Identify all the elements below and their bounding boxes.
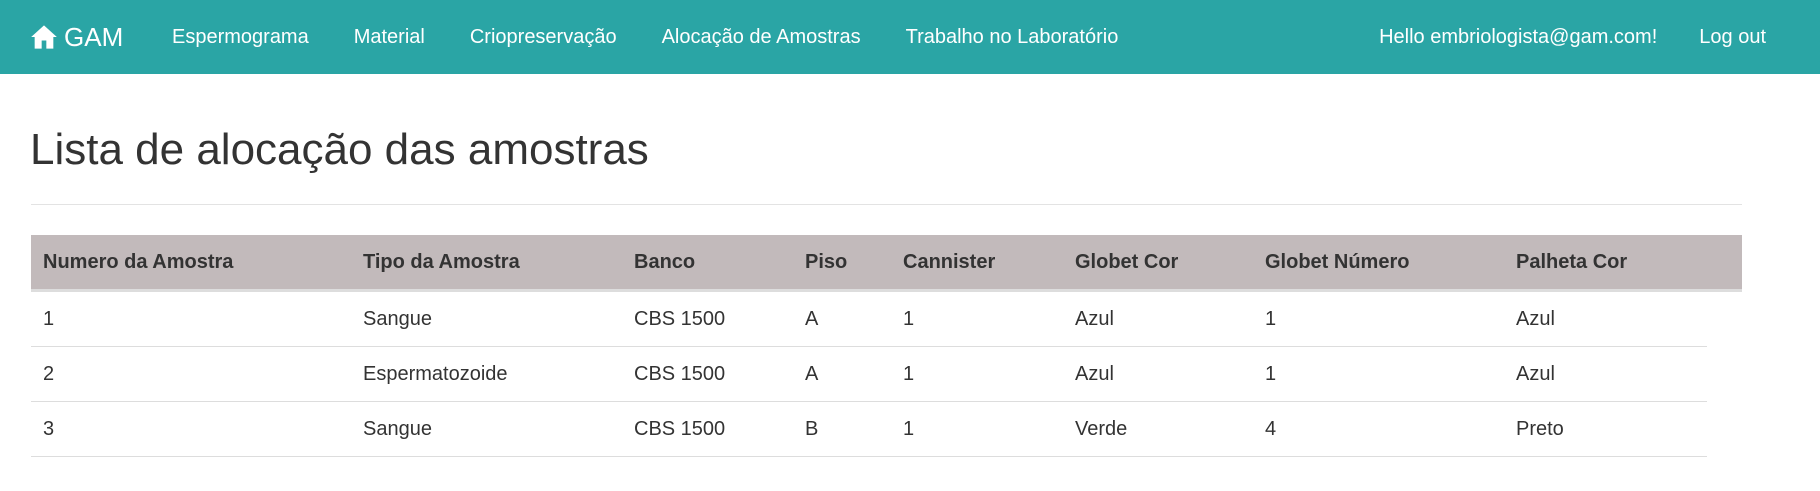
table-cell: 1 [31, 290, 351, 347]
column-header: Globet Cor [1063, 235, 1253, 292]
table-cell: 1 [891, 290, 1063, 347]
table-cell: CBS 1500 [622, 346, 793, 402]
table-cell: Azul [1063, 290, 1253, 347]
table-cell: Sangue [351, 290, 622, 347]
column-header: Palheta Cor [1504, 235, 1707, 292]
table-cell: Azul [1504, 290, 1707, 347]
brand-link[interactable]: GAM [30, 0, 123, 74]
table-cell: A [793, 290, 891, 347]
user-nav: Hello embriologista@gam.com! Log out [1379, 0, 1766, 74]
table-cell: Espermatozoide [351, 346, 622, 402]
table-header-extension [1707, 235, 1742, 292]
nav-item-criopreservacao[interactable]: Criopreservação [470, 26, 617, 49]
page-title: Lista de alocação das amostras [30, 125, 649, 174]
table-cell: 1 [891, 346, 1063, 402]
title-divider [31, 204, 1742, 205]
table-cell: Azul [1504, 346, 1707, 402]
column-header: Tipo da Amostra [351, 235, 622, 292]
table-cell: CBS 1500 [622, 401, 793, 457]
table-cell: Verde [1063, 401, 1253, 457]
logout-link[interactable]: Log out [1699, 26, 1766, 49]
table-cell: 3 [31, 401, 351, 457]
table-cell: CBS 1500 [622, 290, 793, 347]
column-header: Cannister [891, 235, 1063, 292]
user-greeting[interactable]: Hello embriologista@gam.com! [1379, 26, 1657, 49]
table-cell: Preto [1504, 401, 1707, 457]
nav-item-material[interactable]: Material [354, 26, 425, 49]
table-cell: Azul [1063, 346, 1253, 402]
brand-label: GAM [64, 21, 124, 52]
column-header: Piso [793, 235, 891, 292]
table-cell: 1 [1253, 290, 1504, 347]
table-row: 3 Sangue CBS 1500 B 1 Verde 4 Preto [31, 401, 1707, 457]
nav-item-alocacao-de-amostras[interactable]: Alocação de Amostras [662, 26, 861, 49]
table-cell: B [793, 401, 891, 457]
table-cell: A [793, 346, 891, 402]
column-header: Numero da Amostra [31, 235, 351, 292]
samples-allocation-table: Numero da Amostra Tipo da Amostra Banco … [31, 235, 1707, 457]
home-icon [30, 23, 58, 51]
table-row: 1 Sangue CBS 1500 A 1 Azul 1 Azul [31, 290, 1707, 347]
column-header: Globet Número [1253, 235, 1504, 292]
table-cell: Sangue [351, 401, 622, 457]
table-cell: 4 [1253, 401, 1504, 457]
table-cell: 1 [1253, 346, 1504, 402]
top-navbar: GAM Espermograma Material Criopreservaçã… [0, 0, 1820, 74]
samples-table-container: Numero da Amostra Tipo da Amostra Banco … [31, 235, 1742, 457]
table-row: 2 Espermatozoide CBS 1500 A 1 Azul 1 Azu… [31, 346, 1707, 402]
main-nav: Espermograma Material Criopreservação Al… [172, 0, 1118, 74]
nav-item-trabalho-no-laboratorio[interactable]: Trabalho no Laboratório [906, 26, 1119, 49]
nav-item-espermograma[interactable]: Espermograma [172, 26, 309, 49]
table-cell: 1 [891, 401, 1063, 457]
table-header-row: Numero da Amostra Tipo da Amostra Banco … [31, 235, 1707, 292]
column-header: Banco [622, 235, 793, 292]
table-cell: 2 [31, 346, 351, 402]
